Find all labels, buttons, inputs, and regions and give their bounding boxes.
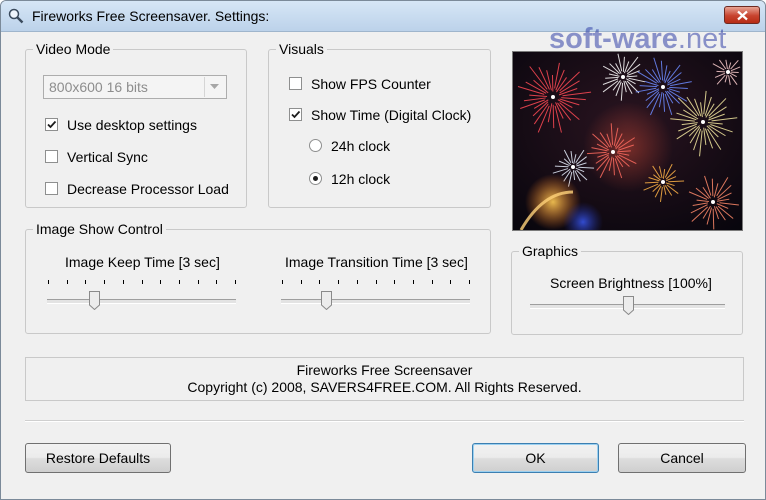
radio-selected-dot [313, 176, 318, 181]
window-title: Fireworks Free Screensaver. Settings: [32, 8, 270, 24]
vertical-sync-label: Vertical Sync [67, 149, 148, 165]
visuals-legend: Visuals [276, 41, 327, 57]
slider-thumb[interactable] [623, 296, 634, 316]
slider-tick [338, 280, 339, 284]
slider-tick [469, 280, 470, 284]
slider-tick [301, 280, 302, 284]
clock-24h-radio[interactable] [309, 139, 322, 152]
slider-tick [235, 280, 236, 284]
slider-tick [432, 280, 433, 284]
checkmark-icon [47, 120, 57, 129]
show-time-checkbox[interactable] [289, 108, 302, 121]
slider-tick [357, 280, 358, 284]
slider-tick [394, 280, 395, 284]
clock-12h-label: 12h clock [331, 171, 391, 187]
chevron-down-icon [210, 84, 219, 89]
cancel-button[interactable]: Cancel [618, 443, 746, 473]
slider-tick [198, 280, 199, 284]
slider-tick [179, 280, 180, 284]
resolution-dropdown-button[interactable] [204, 77, 225, 97]
fireworks-preview-image [512, 51, 743, 231]
slider-tick [376, 280, 377, 284]
show-time-label: Show Time (Digital Clock) [311, 107, 472, 123]
close-icon [737, 10, 748, 21]
use-desktop-settings-label: Use desktop settings [67, 117, 197, 133]
show-fps-checkbox[interactable] [289, 77, 302, 90]
decrease-processor-load-checkbox[interactable] [45, 182, 58, 195]
product-name-text: Fireworks Free Screensaver [296, 362, 473, 378]
ok-button[interactable]: OK [472, 443, 599, 473]
graphics-group: Graphics [511, 243, 743, 335]
slider-thumb[interactable] [89, 291, 100, 311]
image-transition-time-label: Image Transition Time [3 sec] [285, 254, 468, 270]
slider-tick [413, 280, 414, 284]
video-mode-legend: Video Mode [33, 41, 114, 57]
close-button[interactable] [724, 6, 760, 24]
screen-brightness-label: Screen Brightness [100%] [550, 275, 712, 291]
clock-24h-label: 24h clock [331, 138, 391, 154]
restore-defaults-button[interactable]: Restore Defaults [25, 443, 171, 473]
vertical-sync-checkbox[interactable] [45, 150, 58, 163]
slider-tick [123, 280, 124, 284]
image-keep-time-label: Image Keep Time [3 sec] [65, 254, 220, 270]
slider-tick [142, 280, 143, 284]
settings-dialog: Fireworks Free Screensaver. Settings: so… [0, 0, 766, 500]
slider-tick [282, 280, 283, 284]
slider-tick [104, 280, 105, 284]
decrease-processor-load-label: Decrease Processor Load [67, 181, 229, 197]
slider-track[interactable] [281, 299, 470, 304]
slider-tick [216, 280, 217, 284]
about-info-box: Fireworks Free Screensaver Copyright (c)… [25, 357, 744, 401]
copyright-text: Copyright (c) 2008, SAVERS4FREE.COM. All… [187, 379, 582, 395]
use-desktop-settings-checkbox[interactable] [45, 118, 58, 131]
slider-tick [160, 280, 161, 284]
slider-tick [67, 280, 68, 284]
clock-12h-radio[interactable] [309, 172, 322, 185]
resolution-value: 800x600 16 bits [49, 79, 148, 95]
checkmark-icon [291, 110, 301, 119]
image-show-control-legend: Image Show Control [33, 221, 166, 237]
show-fps-label: Show FPS Counter [311, 76, 431, 92]
slider-tick [319, 280, 320, 284]
separator-line [25, 420, 744, 422]
slider-thumb[interactable] [321, 291, 332, 311]
slider-tick [48, 280, 49, 284]
slider-tick [450, 280, 451, 284]
slider-track[interactable] [47, 299, 236, 304]
slider-tick [85, 280, 86, 284]
graphics-legend: Graphics [519, 243, 582, 259]
image-show-control-group: Image Show Control [25, 221, 491, 334]
resolution-select[interactable]: 800x600 16 bits [43, 75, 227, 99]
magnifier-app-icon [8, 8, 24, 24]
